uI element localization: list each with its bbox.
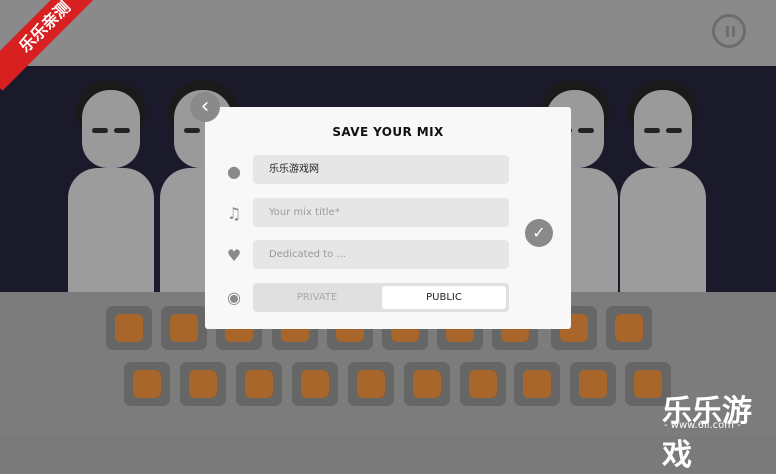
chevron-left-icon[interactable]: ‹	[190, 92, 220, 122]
heart-icon: ♥	[226, 246, 242, 265]
character	[68, 80, 154, 292]
music-note-icon: ♫	[226, 204, 242, 223]
dialog-title: SAVE YOUR MIX	[332, 125, 444, 139]
sound-icon-violin[interactable]	[180, 362, 226, 406]
dedicated-placeholder: Dedicated to ...	[269, 249, 346, 260]
sound-icon-triangle[interactable]	[606, 306, 652, 350]
eye-icon: ◉	[227, 288, 241, 307]
save-mix-dialog: SAVE YOUR MIX ● 乐乐游戏网 ♫ Your mix title* …	[205, 107, 571, 329]
name-value: 乐乐游戏网	[269, 164, 319, 175]
sound-icon-microphone[interactable]	[236, 362, 282, 406]
public-option[interactable]: PUBLIC	[382, 286, 506, 309]
sound-icon-tag[interactable]	[514, 362, 560, 406]
character	[620, 80, 706, 292]
watermark-url: - www.6ll.com -	[664, 420, 741, 431]
mix-title-placeholder: Your mix title*	[269, 207, 340, 218]
mix-title-input[interactable]: Your mix title*	[253, 198, 509, 227]
sound-icon-maracas[interactable]	[348, 362, 394, 406]
visibility-toggle: PRIVATE PUBLIC	[253, 283, 509, 312]
sound-icon-box[interactable]	[460, 362, 506, 406]
dedicated-input[interactable]: Dedicated to ...	[253, 240, 509, 269]
sound-icon-flower[interactable]	[570, 362, 616, 406]
sound-icon-balls[interactable]	[124, 362, 170, 406]
sound-icon-guitar[interactable]	[292, 362, 338, 406]
name-field[interactable]: 乐乐游戏网	[253, 155, 509, 184]
top-bar	[0, 0, 776, 66]
sound-icon-butterfly[interactable]	[404, 362, 450, 406]
check-icon[interactable]: ✓	[525, 219, 553, 247]
private-option[interactable]: PRIVATE	[253, 286, 381, 309]
sound-icon-star[interactable]	[161, 306, 207, 350]
user-icon: ●	[227, 162, 241, 181]
sound-icon-gamepad[interactable]	[106, 306, 152, 350]
pause-icon[interactable]	[712, 14, 746, 48]
